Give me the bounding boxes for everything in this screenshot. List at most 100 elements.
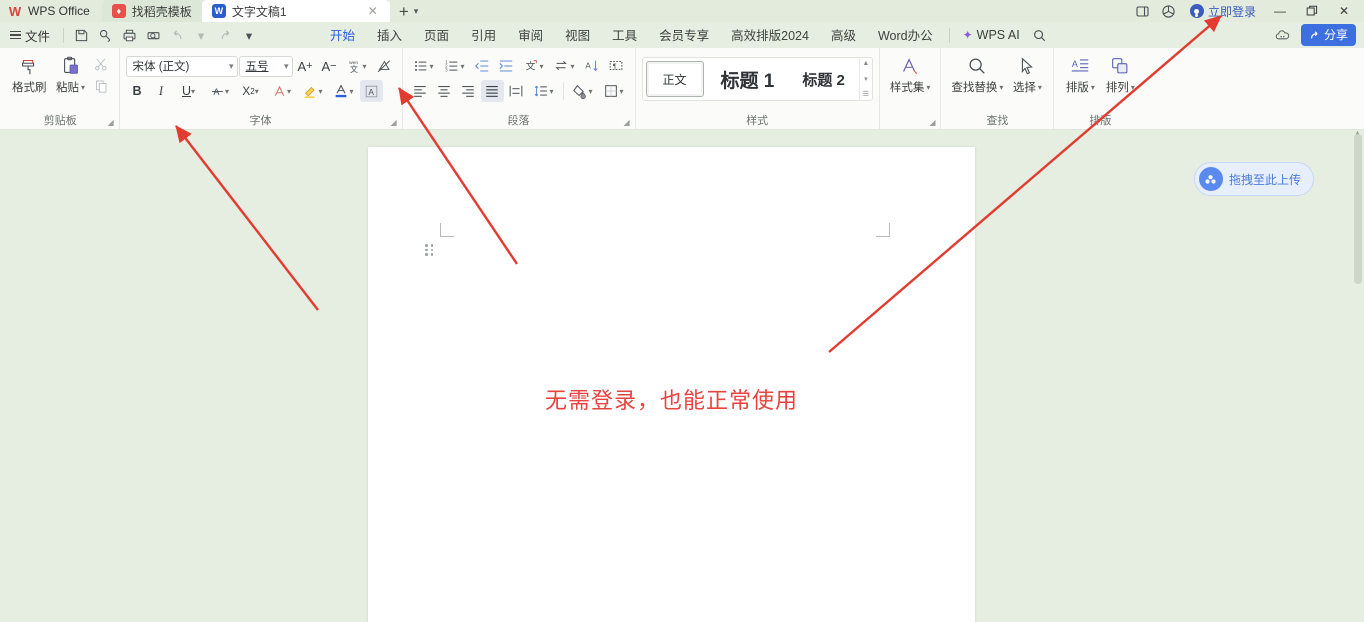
- scroll-up-icon[interactable]: ▲: [862, 60, 869, 67]
- bold-button[interactable]: B: [126, 80, 149, 102]
- borders-icon[interactable]: ▾: [599, 80, 629, 102]
- char-border-icon[interactable]: A: [359, 80, 383, 102]
- tab-insert[interactable]: 插入: [366, 22, 413, 48]
- tab-docer-templates[interactable]: ♦ 找稻壳模板: [101, 0, 202, 22]
- decrease-indent-icon[interactable]: [471, 55, 494, 77]
- shrink-font-button[interactable]: A −: [318, 55, 341, 77]
- align-center-icon[interactable]: [433, 80, 456, 102]
- dialog-launcher-icon[interactable]: ◢: [929, 119, 937, 127]
- font-color-icon[interactable]: ▾: [329, 80, 359, 102]
- select-button[interactable]: 选择 ▾: [1007, 52, 1047, 97]
- find-replace-label: 查找替换 ▾: [951, 82, 1004, 94]
- arrange-button[interactable]: 排列 ▾: [1100, 52, 1140, 97]
- panel-icon[interactable]: [1132, 1, 1154, 21]
- close-icon[interactable]: ✕: [366, 4, 380, 18]
- align-right-icon[interactable]: [457, 80, 480, 102]
- line-spacing-icon[interactable]: ▾: [529, 80, 559, 102]
- scrollbar-thumb[interactable]: [1354, 134, 1362, 284]
- align-justify-icon[interactable]: [480, 80, 504, 102]
- tab-advanced[interactable]: 高级: [820, 22, 867, 48]
- tab-word-office[interactable]: Word办公: [867, 22, 944, 48]
- cloud-sync-icon[interactable]: [1273, 25, 1293, 45]
- customize-caret-icon[interactable]: ▾: [237, 24, 261, 46]
- copy-icon[interactable]: [91, 76, 113, 96]
- chevron-down-icon[interactable]: ▾: [864, 75, 868, 83]
- new-tab-button[interactable]: +: [396, 3, 412, 20]
- file-menu-button[interactable]: 文件: [6, 26, 58, 45]
- numbered-list-icon[interactable]: 123 ▾: [440, 55, 470, 77]
- print-preview-icon[interactable]: [141, 24, 165, 46]
- document-body-text[interactable]: 无需登录，也能正常使用: [368, 383, 975, 415]
- font-family-combo[interactable]: 宋体 (正文) ▾: [125, 55, 238, 77]
- italic-button[interactable]: I: [150, 80, 173, 102]
- drag-upload-chip[interactable]: 拖拽至此上传: [1193, 162, 1314, 196]
- paragraph-grip-handle[interactable]: [425, 243, 434, 257]
- restore-button[interactable]: [1298, 0, 1326, 22]
- box-icon[interactable]: [1158, 1, 1180, 21]
- show-paragraph-marks-icon[interactable]: ¶: [605, 55, 628, 77]
- document-page[interactable]: 无需登录，也能正常使用: [368, 147, 975, 622]
- close-button[interactable]: ✕: [1330, 0, 1358, 22]
- search-icon: [966, 54, 988, 78]
- dialog-launcher-icon[interactable]: ◢: [108, 119, 116, 127]
- dialog-launcher-icon[interactable]: ◢: [624, 119, 632, 127]
- typeset-button[interactable]: A 排版 ▾: [1060, 52, 1100, 97]
- search-icon[interactable]: [1028, 24, 1052, 46]
- tab-view[interactable]: 视图: [554, 22, 601, 48]
- tab-start[interactable]: 开始: [319, 22, 366, 48]
- pinyin-guide-icon[interactable]: wen 文 ▾: [342, 55, 372, 77]
- clear-format-icon[interactable]: [373, 55, 396, 77]
- wps-ai-button[interactable]: ✦ WPS AI: [955, 25, 1028, 45]
- save-icon[interactable]: [69, 24, 93, 46]
- scissors-icon[interactable]: [91, 54, 113, 74]
- shading-icon[interactable]: ▾: [568, 80, 598, 102]
- share-button[interactable]: 分享: [1300, 24, 1356, 46]
- document-canvas[interactable]: 无需登录，也能正常使用 拖拽至此上传 ▲: [0, 130, 1364, 622]
- increase-indent-icon[interactable]: [495, 55, 518, 77]
- dialog-launcher-icon[interactable]: ◢: [391, 119, 399, 127]
- tab-tools[interactable]: 工具: [601, 22, 648, 48]
- more-styles-icon[interactable]: ☰: [863, 90, 869, 98]
- align-left-icon[interactable]: [409, 80, 432, 102]
- text-direction-icon[interactable]: ▾: [550, 55, 580, 77]
- share-label: 分享: [1323, 28, 1348, 42]
- text-effect-icon[interactable]: ▾: [267, 80, 297, 102]
- chevron-down-icon[interactable]: ▾: [414, 6, 419, 17]
- bulleted-list-icon[interactable]: ▾: [409, 55, 439, 77]
- undo-caret-icon[interactable]: ▾: [189, 24, 213, 46]
- undo-icon[interactable]: [165, 24, 189, 46]
- login-button[interactable]: 立即登录: [1184, 1, 1262, 21]
- search-doc-icon[interactable]: [93, 24, 117, 46]
- print-icon[interactable]: [117, 24, 141, 46]
- find-replace-button[interactable]: 查找替换 ▾: [947, 52, 1007, 97]
- tab-page[interactable]: 页面: [413, 22, 460, 48]
- font-size-combo[interactable]: 五号 ▾: [238, 55, 293, 77]
- tab-efficient-layout[interactable]: 高效排版2024: [720, 22, 820, 48]
- style-heading-1[interactable]: 标题 1: [707, 58, 789, 100]
- select-cursor-icon: [1016, 54, 1038, 78]
- sort-icon[interactable]: A: [581, 55, 604, 77]
- tab-member-exclusive[interactable]: 会员专享: [648, 22, 720, 48]
- asian-layout-icon[interactable]: 文 ▾: [519, 55, 549, 77]
- ribbon-group-style-set: 查找样式集▾ ◢: [878, 48, 941, 129]
- menubar: 文件 ▾ ▾ 开始 插入 页面 引用 审阅 视图 工具 会员专享 高效排版202…: [0, 22, 1364, 48]
- tab-review[interactable]: 审阅: [507, 22, 554, 48]
- style-set-button[interactable]: 查找样式集▾: [886, 52, 935, 97]
- style-heading-2[interactable]: 标题 2: [788, 58, 859, 100]
- grow-font-button[interactable]: A +: [294, 55, 317, 77]
- minimize-button[interactable]: —: [1266, 0, 1294, 22]
- app-home-tab[interactable]: W WPS Office: [0, 0, 102, 22]
- tab-document-1[interactable]: W 文字文稿1 ✕: [201, 0, 390, 22]
- distribute-icon[interactable]: [505, 80, 528, 102]
- superscript-button[interactable]: X 2 ▾: [236, 80, 266, 102]
- paste-button[interactable]: 粘贴 ▾: [51, 52, 91, 97]
- underline-button[interactable]: U ▾: [174, 80, 204, 102]
- redo-icon[interactable]: [213, 24, 237, 46]
- vertical-scrollbar[interactable]: ▲: [1351, 130, 1364, 622]
- tab-references[interactable]: 引用: [460, 22, 507, 48]
- highlight-icon[interactable]: ▾: [298, 80, 328, 102]
- strikethrough-icon[interactable]: A ▾: [205, 80, 235, 102]
- format-painter-icon: [18, 54, 40, 78]
- format-painter-button[interactable]: 格式刷: [8, 52, 51, 97]
- style-normal[interactable]: 正文: [645, 61, 704, 97]
